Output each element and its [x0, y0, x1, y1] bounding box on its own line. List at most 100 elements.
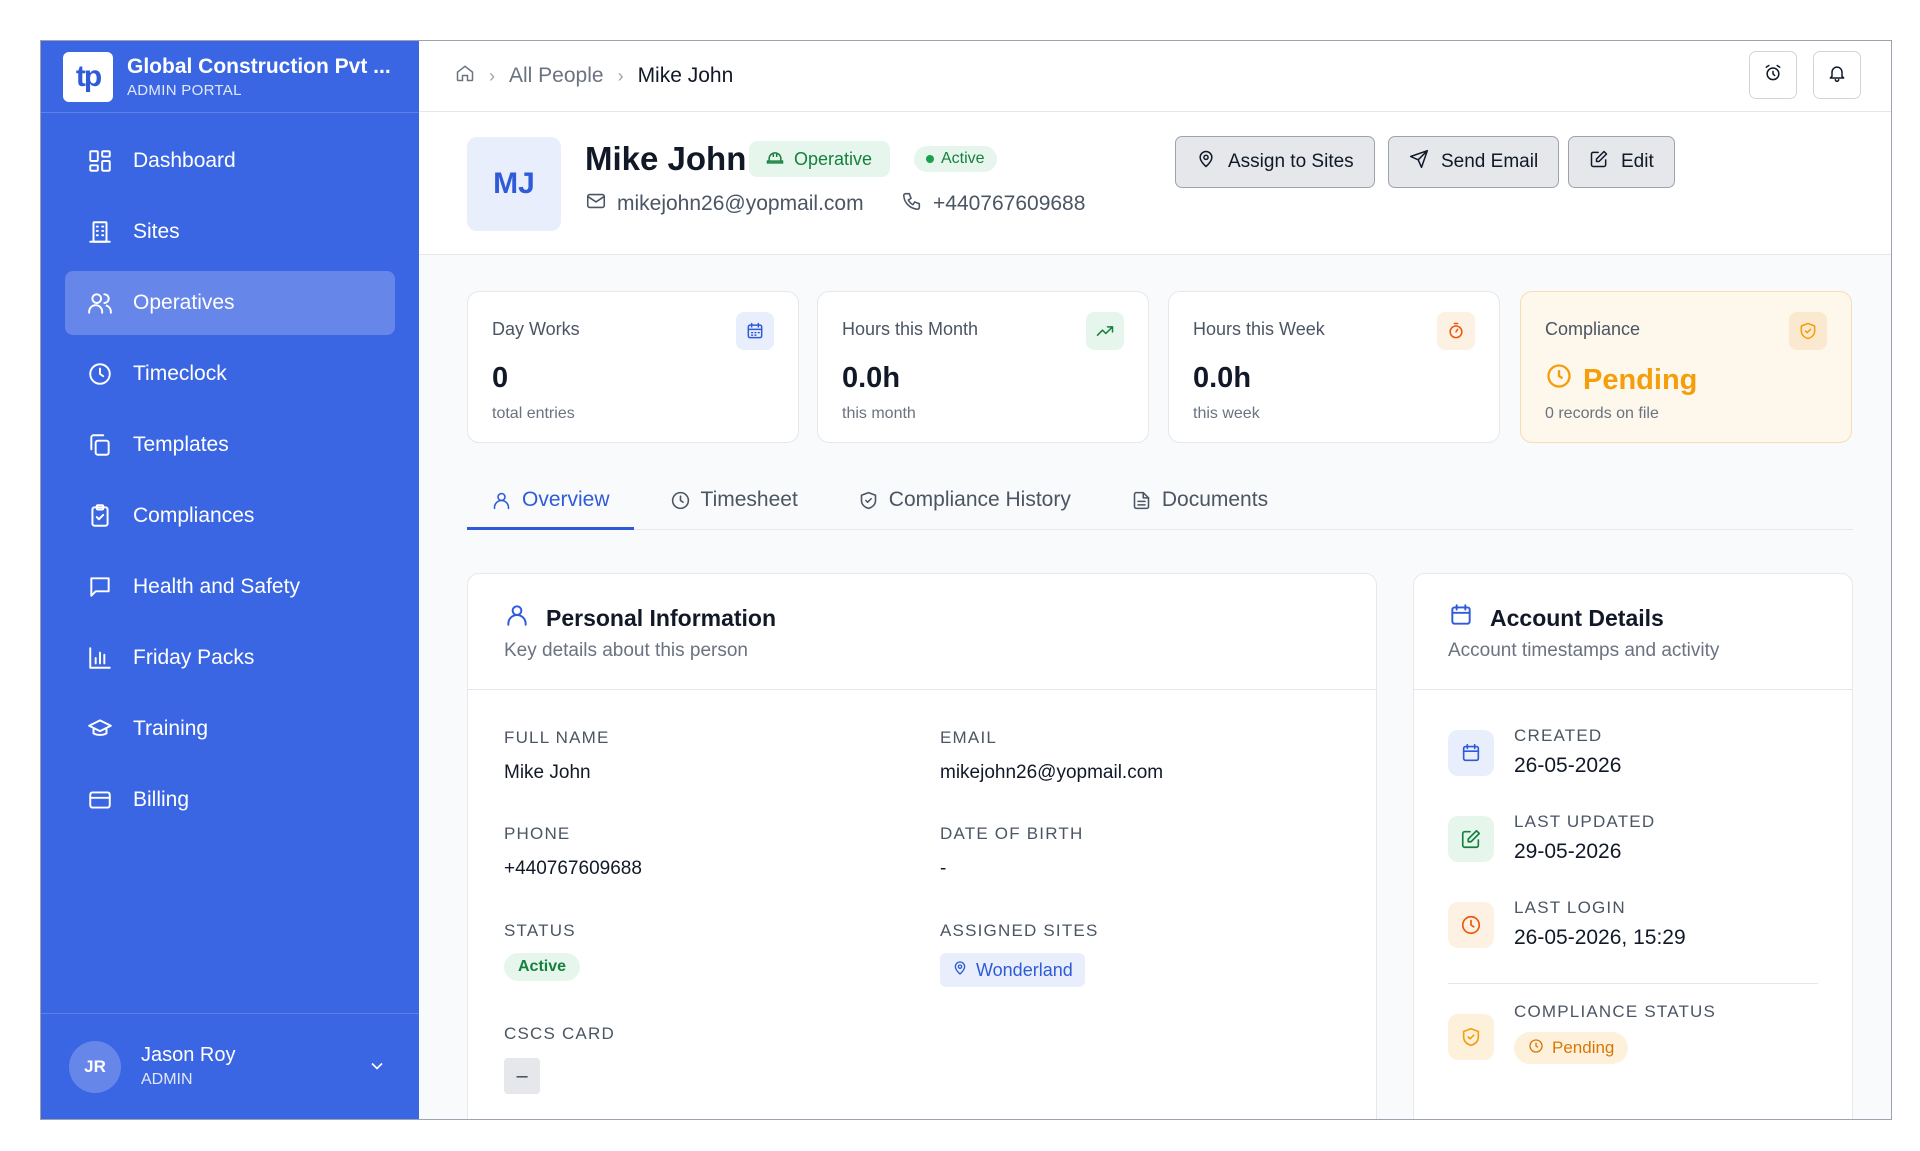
tab-label: Overview	[522, 488, 610, 511]
field-label: LAST LOGIN	[1514, 898, 1626, 917]
alarm-clock-icon	[1763, 63, 1783, 88]
card-header: Account Details Account timestamps and a…	[1414, 574, 1852, 690]
clock-icon	[1448, 902, 1494, 948]
message-square-icon	[87, 574, 113, 600]
sidebar-item-dashboard[interactable]: Dashboard	[65, 129, 395, 193]
portal-label: ADMIN PORTAL	[127, 81, 242, 99]
sidebar-item-label: Templates	[133, 433, 229, 456]
map-pin-icon	[952, 960, 976, 981]
field-label: CSCS CARD	[504, 1024, 615, 1043]
bell-icon	[1827, 63, 1847, 88]
assign-to-sites-button[interactable]: Assign to Sites	[1175, 136, 1375, 188]
status-badge: Active	[504, 953, 581, 981]
tab-overview[interactable]: Overview	[467, 478, 634, 530]
send-email-button[interactable]: Send Email	[1388, 136, 1560, 188]
avatar: JR	[69, 1040, 121, 1093]
alarm-button[interactable]	[1749, 51, 1797, 99]
tab-timesheet[interactable]: Timesheet	[646, 478, 822, 530]
tab-documents[interactable]: Documents	[1107, 478, 1292, 530]
card-subtitle: Account timestamps and activity	[1448, 640, 1720, 661]
account-compliance-status: COMPLIANCE STATUS Pending	[1448, 1002, 1716, 1064]
sidebar-item-friday-packs[interactable]: Friday Packs	[65, 626, 395, 690]
clock-icon	[1528, 1038, 1552, 1059]
profile-email-text: mikejohn26@yopmail.com	[617, 192, 864, 215]
sidebar-item-label: Dashboard	[133, 149, 236, 172]
user-menu[interactable]: JR Jason Roy ADMIN	[41, 1013, 419, 1119]
sidebar: tp Global Construction Pvt ... ADMIN POR…	[41, 41, 419, 1119]
breadcrumb-separator: ›	[489, 65, 495, 86]
stat-sub: this month	[842, 405, 916, 422]
chevron-down-icon[interactable]	[367, 1056, 387, 1081]
field-label: FULL NAME	[504, 728, 610, 747]
account-created: CREATED 26-05-2026	[1448, 726, 1621, 778]
notifications-button[interactable]	[1813, 51, 1861, 99]
field-status: STATUS Active	[504, 921, 581, 981]
calendar-icon	[1448, 602, 1490, 634]
stat-value: 0.0h	[1193, 362, 1252, 394]
profile-email[interactable]: mikejohn26@yopmail.com	[585, 190, 864, 218]
field-value: 29-05-2026	[1514, 840, 1622, 863]
sidebar-item-compliances[interactable]: Compliances	[65, 484, 395, 548]
calendar-icon	[1448, 730, 1494, 776]
tab-label: Compliance History	[888, 488, 1071, 511]
edit-icon	[1589, 149, 1621, 175]
profile-name: Mike John	[585, 140, 747, 177]
profile-phone[interactable]: +440767609688	[901, 190, 1085, 218]
role-badge-label: Operative	[794, 148, 873, 169]
brand-header[interactable]: tp Global Construction Pvt ... ADMIN POR…	[41, 41, 419, 113]
divider	[1448, 983, 1818, 984]
field-date-of-birth: DATE OF BIRTH -	[940, 824, 1083, 880]
field-label: CREATED	[1514, 726, 1603, 745]
stat-label: Compliance	[1545, 319, 1641, 339]
top-bar: › All People › Mike John	[419, 41, 1891, 112]
account-details-card: Account Details Account timestamps and a…	[1413, 573, 1853, 1119]
sidebar-item-label: Training	[133, 717, 209, 740]
field-label: PHONE	[504, 824, 571, 843]
tab-compliance-history[interactable]: Compliance History	[834, 478, 1095, 530]
field-label: ASSIGNED SITES	[940, 921, 1099, 940]
sidebar-item-templates[interactable]: Templates	[65, 413, 395, 477]
sidebar-item-label: Operatives	[133, 291, 235, 314]
users-icon	[87, 290, 113, 316]
breadcrumb-all-people[interactable]: All People	[509, 64, 604, 88]
stat-value: Pending	[1545, 362, 1697, 398]
assign-to-sites-label: Assign to Sites	[1228, 151, 1354, 172]
field-value: –	[504, 1058, 540, 1094]
stat-sub: total entries	[492, 405, 575, 422]
card-title: Account Details	[1448, 602, 1664, 634]
card-title-text: Personal Information	[546, 604, 777, 631]
sidebar-item-operatives[interactable]: Operatives	[65, 271, 395, 335]
stat-label: Hours this Month	[842, 319, 979, 339]
site-chip[interactable]: Wonderland	[940, 953, 1085, 987]
card-title-text: Account Details	[1490, 604, 1664, 631]
card-subtitle: Key details about this person	[504, 640, 748, 661]
stat-value: 0	[492, 362, 509, 394]
sidebar-item-health-and-safety[interactable]: Health and Safety	[65, 555, 395, 619]
org-name: Global Construction Pvt ...	[127, 54, 391, 78]
sidebar-item-training[interactable]: Training	[65, 697, 395, 761]
shield-icon	[1789, 312, 1827, 350]
user-name: Jason Roy	[141, 1044, 236, 1066]
field-label: STATUS	[504, 921, 576, 940]
account-last-login: LAST LOGIN 26-05-2026, 15:29	[1448, 898, 1686, 950]
home-icon[interactable]	[455, 63, 475, 89]
field-email: EMAIL mikejohn26@yopmail.com	[940, 728, 1163, 784]
send-email-label: Send Email	[1441, 151, 1539, 172]
sidebar-item-billing[interactable]: Billing	[65, 768, 395, 832]
sidebar-item-timeclock[interactable]: Timeclock	[65, 342, 395, 406]
sidebar-item-label: Health and Safety	[133, 575, 300, 598]
edit-label: Edit	[1621, 151, 1654, 172]
clipboard-check-icon	[87, 503, 113, 529]
stat-card-day-works: Day Works 0 total entries	[467, 291, 799, 443]
user-icon	[504, 602, 546, 634]
sidebar-item-label: Friday Packs	[133, 646, 255, 669]
clock-icon	[1545, 362, 1583, 398]
edit-button[interactable]: Edit	[1568, 136, 1675, 188]
user-icon	[491, 488, 522, 517]
hard-hat-icon	[765, 147, 794, 172]
sidebar-item-sites[interactable]: Sites	[65, 200, 395, 264]
building-icon	[87, 219, 113, 245]
field-label: EMAIL	[940, 728, 998, 747]
profile-header: MJ Mike John Operative Active mikejohn26…	[419, 112, 1891, 255]
mail-icon	[585, 190, 617, 218]
